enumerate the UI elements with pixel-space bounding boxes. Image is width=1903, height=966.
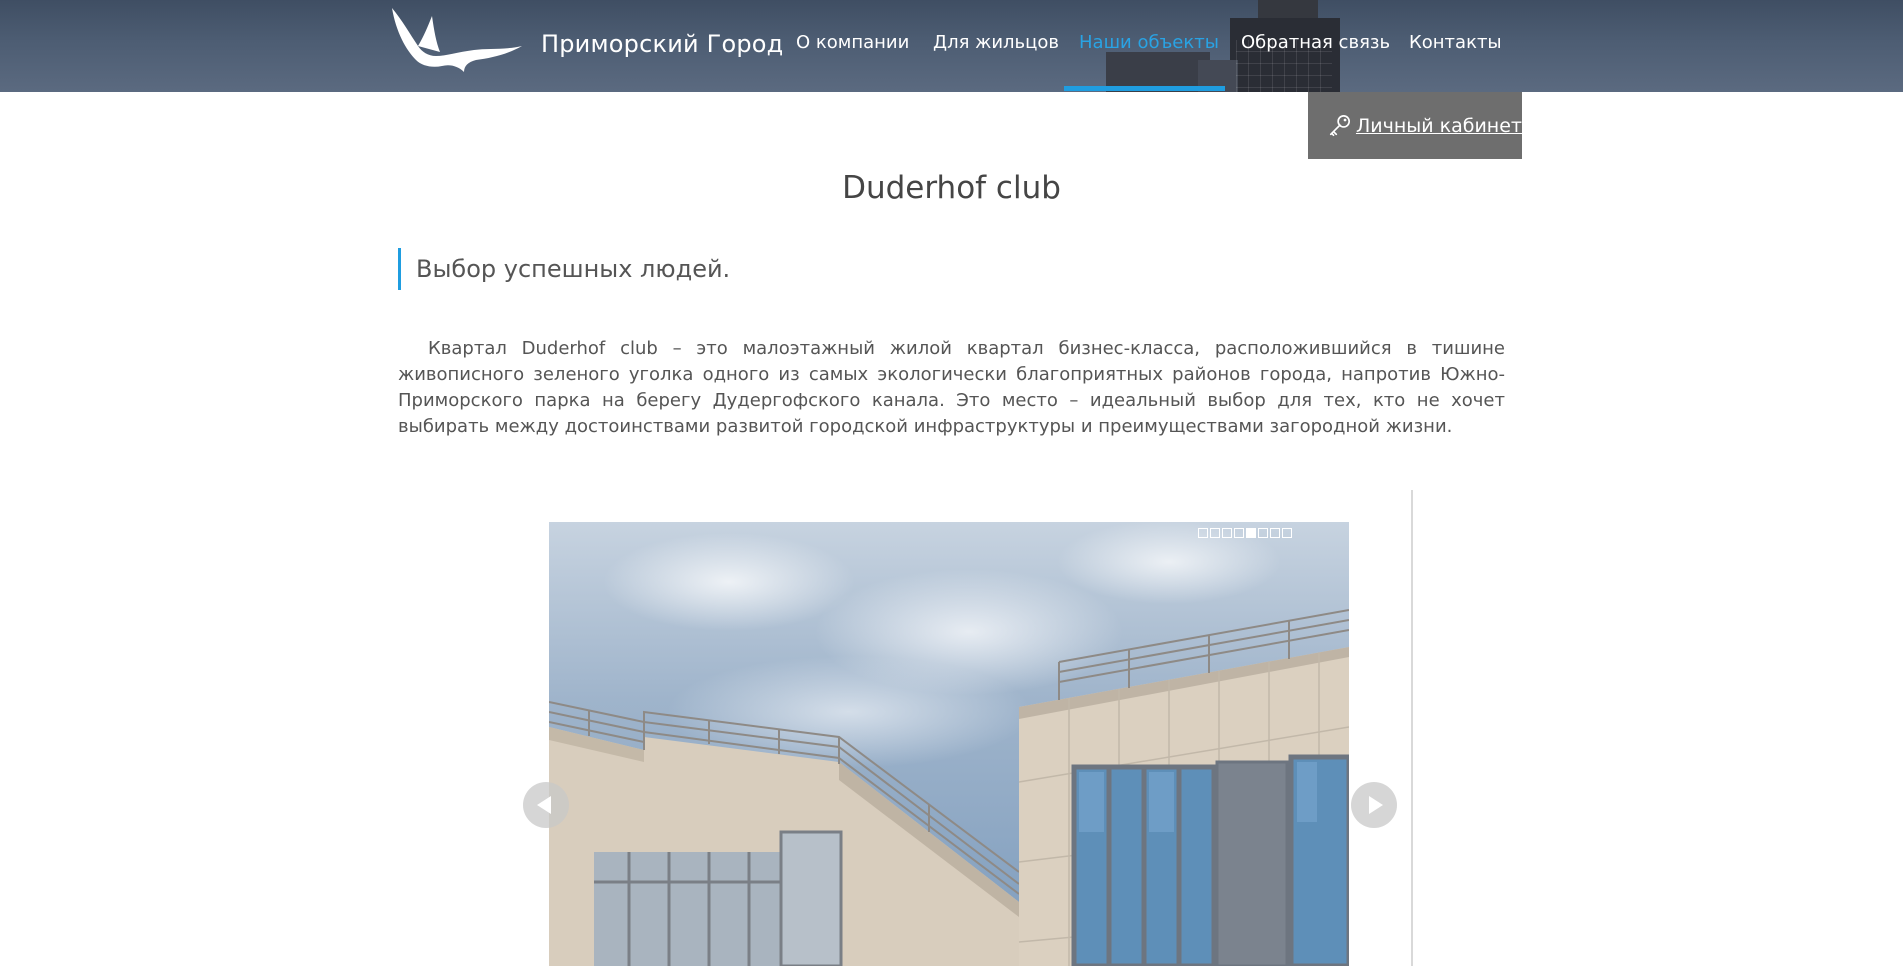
slider-bullet[interactable] xyxy=(1282,528,1292,538)
slider-bullet[interactable] xyxy=(1234,528,1244,538)
brand-name[interactable]: Приморский Город xyxy=(541,30,783,58)
tagline-quote: Выбор успешных людей. xyxy=(398,248,730,290)
image-slider[interactable] xyxy=(549,522,1349,966)
slider-next-button[interactable] xyxy=(1351,782,1397,828)
nav-item-about[interactable]: О компании xyxy=(796,32,909,53)
nav-item-residents[interactable]: Для жильцов xyxy=(933,32,1059,53)
nav-active-indicator xyxy=(1064,86,1225,91)
nav-item-feedback[interactable]: Обратная связь xyxy=(1241,32,1390,53)
slider-prev-button[interactable] xyxy=(523,782,569,828)
slider-bullet[interactable] xyxy=(1210,528,1220,538)
page-title: Duderhof club xyxy=(842,170,1061,206)
arrow-right-icon xyxy=(1369,796,1383,814)
slider-bullet[interactable] xyxy=(1258,528,1268,538)
object-description: Квартал Duderhof club – это малоэтажный … xyxy=(398,338,1505,437)
slider-divider-line xyxy=(1411,490,1413,966)
arrow-left-icon xyxy=(537,796,551,814)
personal-cabinet-button[interactable]: Личный кабинет xyxy=(1308,92,1522,159)
slider-bullet[interactable] xyxy=(1222,528,1232,538)
seagull-logo[interactable] xyxy=(388,6,524,76)
slider-bullet[interactable] xyxy=(1198,528,1208,538)
nav-item-contacts[interactable]: Контакты xyxy=(1409,32,1502,53)
slide-building-photo xyxy=(549,609,1349,966)
personal-cabinet-link[interactable]: Личный кабинет xyxy=(1356,115,1522,137)
slider-bullet[interactable] xyxy=(1270,528,1280,538)
site-header: Приморский Город О компании Для жильцов … xyxy=(0,0,1903,92)
nav-item-objects[interactable]: Наши объекты xyxy=(1079,32,1219,53)
key-icon xyxy=(1329,114,1351,136)
slider-bullet-active[interactable] xyxy=(1246,528,1256,538)
